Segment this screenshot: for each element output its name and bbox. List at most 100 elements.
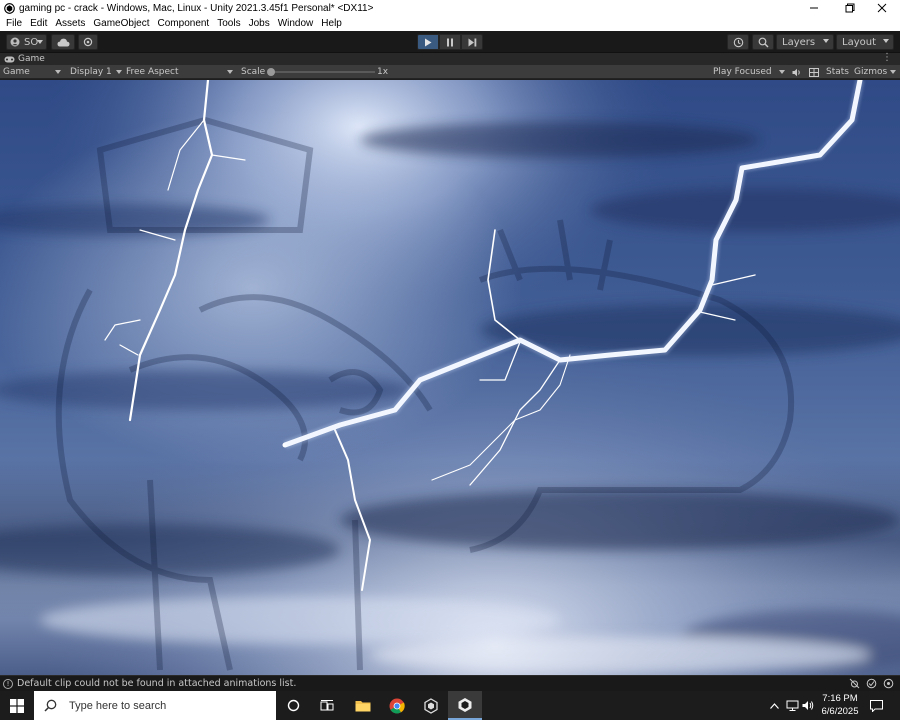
playback-controls	[417, 34, 483, 50]
stats-toggle-button[interactable]	[809, 65, 819, 79]
game-tab-bar: Game ⋮	[0, 53, 900, 65]
menu-tools[interactable]: Tools	[213, 18, 244, 29]
view-mode-label: Game	[3, 67, 30, 77]
search-button[interactable]	[752, 34, 774, 50]
network-icon	[786, 700, 799, 711]
network-button[interactable]	[786, 691, 799, 720]
chevron-down-icon	[37, 40, 43, 44]
play-button[interactable]	[417, 34, 439, 50]
display-dropdown[interactable]: Display 1	[70, 65, 122, 79]
notification-icon	[870, 699, 883, 712]
progress-icon[interactable]	[866, 678, 877, 689]
layout-dropdown[interactable]: Layout	[836, 34, 894, 50]
menu-help[interactable]: Help	[317, 18, 346, 29]
tab-game[interactable]: Game	[0, 53, 51, 65]
layers-label: Layers	[782, 36, 816, 48]
console-status-bar[interactable]: ! Default clip could not be found in att…	[0, 675, 900, 691]
menu-component[interactable]: Component	[154, 18, 214, 29]
folder-icon	[355, 699, 371, 712]
show-hidden-icons[interactable]	[770, 691, 779, 720]
gamepad-icon	[4, 56, 15, 63]
main-toolbar: SO Layers Layout	[0, 31, 900, 53]
menu-bar: File Edit Assets GameObject Component To…	[0, 16, 900, 31]
window-title: gaming pc - crack - Windows, Mac, Linux …	[19, 2, 374, 14]
start-button[interactable]	[0, 691, 34, 720]
collab-button[interactable]	[78, 34, 98, 50]
system-clock[interactable]: 7:16 PM 6/6/2025	[812, 692, 868, 718]
search-icon	[758, 37, 769, 48]
pause-button[interactable]	[439, 34, 461, 50]
game-view-controls: Game Display 1 Free Aspect Scale 1x Play…	[0, 65, 900, 79]
view-mode-dropdown[interactable]: Game	[3, 65, 65, 79]
cortana-icon	[287, 699, 300, 712]
mute-audio-button[interactable]	[792, 65, 802, 79]
stats-button[interactable]: Stats	[826, 65, 849, 79]
window-title-bar: gaming pc - crack - Windows, Mac, Linux …	[0, 0, 900, 16]
windows-taskbar: Type here to search 7:16 PM 6/6/2025	[0, 691, 900, 720]
unity-logo-icon	[3, 2, 15, 14]
account-icon	[10, 37, 20, 47]
chevron-down-icon	[779, 70, 785, 74]
play-mode-dropdown[interactable]: Play Focused	[713, 65, 787, 79]
debug-icon[interactable]	[849, 678, 860, 689]
settings-icon[interactable]	[883, 678, 894, 689]
unity-editor-icon	[457, 697, 473, 713]
action-center-button[interactable]	[870, 691, 883, 720]
menu-edit[interactable]: Edit	[26, 18, 51, 29]
chevron-down-icon	[55, 70, 61, 74]
minimize-icon[interactable]	[796, 0, 832, 16]
more-options-icon[interactable]: ⋮	[882, 53, 892, 63]
pause-icon	[446, 38, 454, 47]
chrome-app[interactable]	[380, 691, 414, 720]
unity-hub-app[interactable]	[414, 691, 448, 720]
status-icons	[849, 678, 894, 689]
menu-window[interactable]: Window	[274, 18, 318, 29]
search-icon	[44, 699, 57, 712]
task-view-button[interactable]	[310, 691, 344, 720]
scale-slider-handle[interactable]	[267, 68, 275, 76]
account-dropdown[interactable]: SO	[6, 34, 47, 50]
unity-hub-icon	[423, 697, 439, 714]
maximize-icon[interactable]	[832, 0, 868, 16]
clock-date: 6/6/2025	[821, 706, 859, 717]
menu-jobs[interactable]: Jobs	[245, 18, 274, 29]
menu-file[interactable]: File	[2, 18, 26, 29]
play-mode-label: Play Focused	[713, 67, 772, 77]
chrome-icon	[389, 698, 405, 714]
game-viewport[interactable]	[0, 80, 900, 675]
gizmos-label: Gizmos	[854, 67, 888, 77]
aspect-label: Free Aspect	[126, 67, 179, 77]
grid-icon	[809, 67, 819, 77]
scale-label: Scale	[241, 67, 266, 77]
chevron-down-icon	[823, 39, 829, 43]
info-icon: !	[3, 678, 13, 689]
task-view-icon	[320, 699, 334, 712]
layers-dropdown[interactable]: Layers	[776, 34, 834, 50]
gizmos-dropdown[interactable]: Gizmos	[854, 65, 898, 79]
play-icon	[424, 38, 432, 47]
cloud-icon	[57, 38, 70, 47]
step-button[interactable]	[461, 34, 483, 50]
taskbar-search-input[interactable]: Type here to search	[34, 691, 276, 720]
speaker-icon	[792, 68, 802, 77]
menu-assets[interactable]: Assets	[51, 18, 89, 29]
history-button[interactable]	[727, 34, 749, 50]
display-label: Display 1	[70, 67, 112, 77]
cloud-button[interactable]	[51, 34, 75, 50]
aspect-dropdown[interactable]: Free Aspect	[126, 65, 236, 79]
game-render-scene	[0, 80, 900, 675]
chevron-down-icon	[227, 70, 233, 74]
chevron-down-icon	[890, 70, 896, 74]
clock-time: 7:16 PM	[822, 693, 858, 704]
menu-gameobject[interactable]: GameObject	[89, 18, 153, 29]
cortana-button[interactable]	[276, 691, 310, 720]
tab-game-label: Game	[18, 54, 45, 64]
unity-editor-app[interactable]	[448, 691, 482, 720]
history-icon	[733, 37, 744, 48]
close-icon[interactable]	[864, 0, 900, 16]
file-explorer-app[interactable]	[346, 691, 380, 720]
windows-logo-icon	[10, 698, 24, 713]
step-icon	[468, 38, 477, 47]
scale-slider-track[interactable]	[270, 71, 375, 73]
chevron-down-icon	[883, 39, 889, 43]
